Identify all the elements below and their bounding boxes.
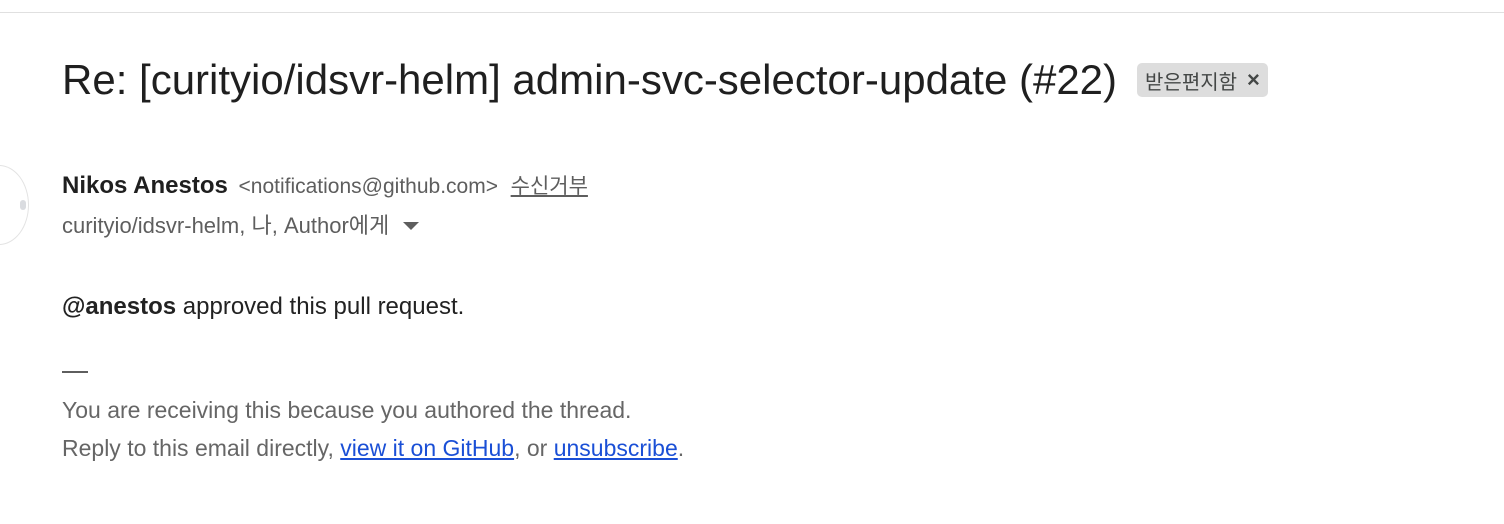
email-body-message: @anestos approved this pull request. (62, 291, 464, 323)
footer-notice: You are receiving this because you autho… (62, 397, 632, 423)
sender-name[interactable]: Nikos Anestos (62, 172, 228, 199)
avatar-silhouette (20, 200, 26, 210)
recipients-row: curityio/idsvr-helm, 나, Author에게 (62, 210, 420, 242)
unsubscribe-link[interactable]: 수신거부 (511, 175, 588, 198)
approval-text: approved this pull request. (176, 293, 465, 320)
inbox-label-text: 받은편지함 (1145, 71, 1238, 94)
chevron-down-icon[interactable] (403, 222, 420, 230)
view-on-github-link[interactable]: view it on GitHub (340, 435, 514, 461)
close-icon[interactable]: × (1247, 69, 1260, 91)
footer-actions: Reply to this email directly, view it on… (62, 432, 684, 464)
mention: @anestos (62, 293, 177, 320)
inbox-label-chip[interactable]: 받은편지함 × (1137, 63, 1268, 97)
footer-middle: , or (514, 435, 554, 461)
subject-row: Re: [curityio/idsvr-helm] admin-svc-sele… (62, 52, 1268, 108)
footer-suffix: . (677, 435, 685, 461)
sender-row: Nikos Anestos <notifications@github.com>… (62, 170, 588, 203)
sender-email: <notifications@github.com> (238, 175, 498, 198)
top-divider (0, 12, 1504, 13)
signature-dash (62, 371, 88, 373)
email-subject: Re: [curityio/idsvr-helm] admin-svc-sele… (62, 56, 1118, 103)
footer-prefix: Reply to this email directly, (62, 435, 341, 461)
avatar[interactable] (0, 166, 28, 244)
footer-unsubscribe-link[interactable]: unsubscribe (554, 435, 678, 461)
recipients-text: curityio/idsvr-helm, 나, Author에게 (62, 213, 390, 238)
